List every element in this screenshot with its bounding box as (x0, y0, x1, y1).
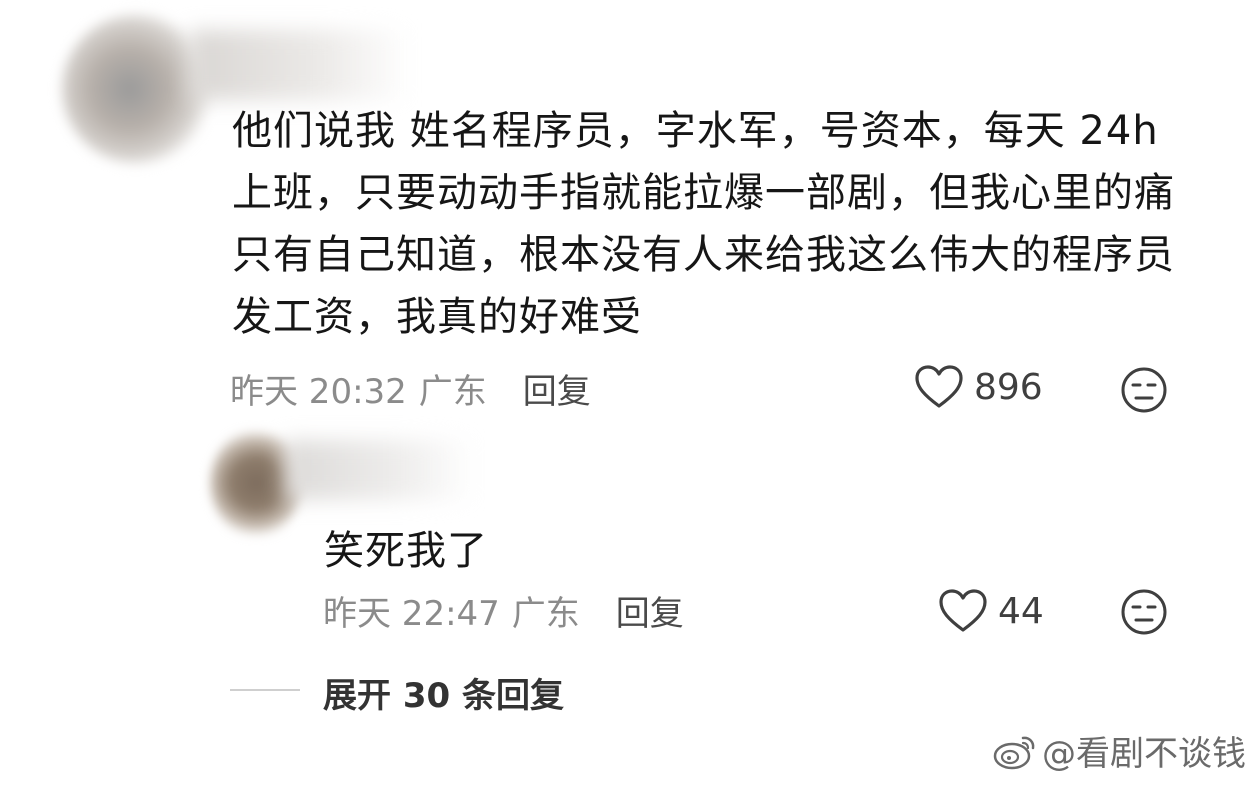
comment-meta: 昨天 20:32 广东 回复 (230, 364, 591, 413)
meh-face-icon[interactable] (1120, 588, 1168, 636)
reply-like-button[interactable]: 44 (938, 588, 1044, 634)
reply-meta: 昨天 22:47 广东 回复 (323, 586, 684, 635)
like-button[interactable]: 896 (914, 364, 1043, 410)
watermark: @看剧不谈钱 (992, 726, 1246, 775)
comment-time: 昨天 20:32 (230, 372, 407, 412)
reply-time: 昨天 22:47 (323, 594, 500, 634)
reply-like-count: 44 (998, 590, 1044, 632)
reply-button[interactable]: 回复 (523, 364, 591, 413)
reply-text: 笑死我了 (324, 528, 488, 574)
reply-reply-button[interactable]: 回复 (616, 586, 684, 635)
expand-replies-button[interactable]: 展开 30 条回复 (323, 668, 564, 717)
weibo-logo-icon (993, 736, 1035, 769)
username-blurred (190, 30, 410, 100)
expand-divider (230, 689, 300, 691)
like-count: 896 (974, 366, 1043, 408)
reply-location: 广东 (511, 594, 580, 634)
watermark-text: @看剧不谈钱 (1042, 734, 1246, 774)
comment-text: 他们说我 姓名程序员，字水军，号资本，每天 24h 上班，只要动动手指就能拉爆一… (232, 108, 1175, 340)
reply-username-blurred (285, 440, 475, 500)
heart-icon (915, 365, 963, 408)
meh-face-icon[interactable] (1120, 366, 1168, 414)
comment-location: 广东 (418, 372, 487, 412)
heart-icon (939, 589, 987, 632)
comment-thread: 他们说我 姓名程序员，字水军，号资本，每天 24h 上班，只要动动手指就能拉爆一… (0, 0, 1260, 789)
